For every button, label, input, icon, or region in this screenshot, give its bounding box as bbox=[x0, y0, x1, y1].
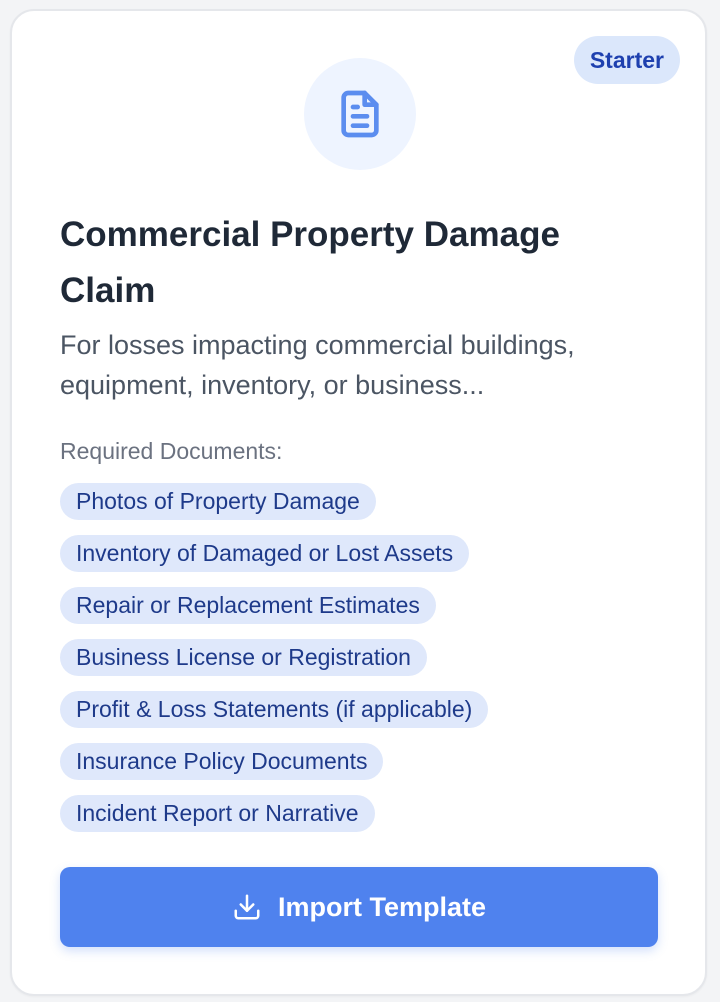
document-tag: Insurance Policy Documents bbox=[60, 743, 384, 780]
document-icon bbox=[341, 90, 379, 138]
import-template-label: Import Template bbox=[277, 891, 487, 922]
document-tag: Business License or Registration bbox=[60, 639, 427, 676]
required-documents-label: Required Documents: bbox=[60, 438, 283, 464]
document-tag: Profit & Loss Statements (if applicable) bbox=[60, 691, 489, 728]
template-title: Commercial Property Damage Claim bbox=[60, 215, 560, 310]
template-icon-container bbox=[304, 58, 416, 170]
required-documents-list: Photos of Property Damage Inventory of D… bbox=[60, 483, 660, 832]
import-template-button[interactable]: Import Template bbox=[60, 867, 658, 947]
document-tag: Repair or Replacement Estimates bbox=[60, 587, 436, 624]
download-icon bbox=[234, 894, 260, 920]
document-tag: Inventory of Damaged or Lost Assets bbox=[60, 535, 470, 572]
document-tag: Photos of Property Damage bbox=[60, 483, 376, 520]
template-description: For losses impacting commercial building… bbox=[60, 330, 575, 400]
document-tag: Incident Report or Narrative bbox=[60, 795, 375, 832]
tier-badge: Starter bbox=[573, 36, 680, 84]
template-card: Starter Commercial Property Damage Claim… bbox=[10, 9, 707, 996]
